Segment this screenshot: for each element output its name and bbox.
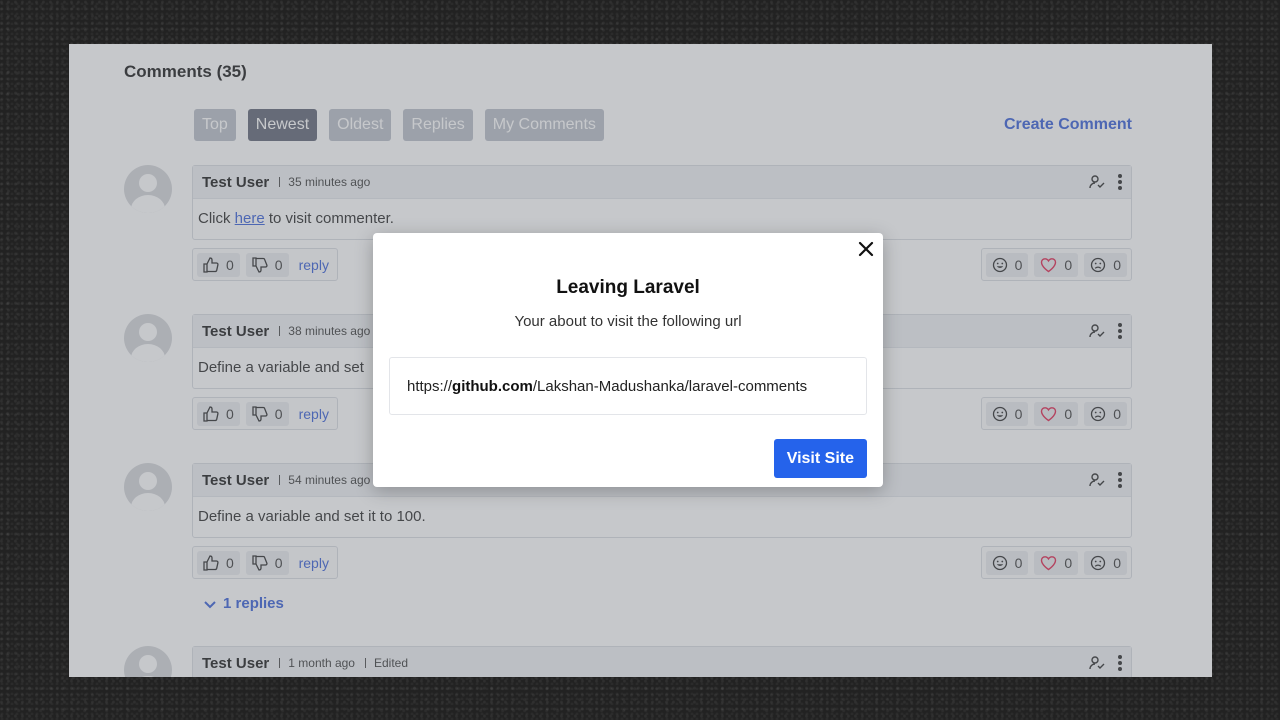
url-prefix: https://	[407, 377, 453, 395]
modal-title: Leaving Laravel	[556, 277, 700, 298]
url-path: /Lakshan-Madushanka/laravel-comments	[532, 377, 808, 395]
leaving-site-modal: Leaving Laravel Your about to visit the …	[373, 233, 883, 487]
target-url: https://github.com/Lakshan-Madushanka/la…	[389, 357, 867, 415]
close-icon[interactable]	[857, 240, 875, 258]
modal-subtitle: Your about to visit the following url	[514, 313, 742, 330]
url-domain: github.com	[452, 377, 533, 395]
visit-site-button[interactable]: Visit Site	[773, 439, 867, 478]
